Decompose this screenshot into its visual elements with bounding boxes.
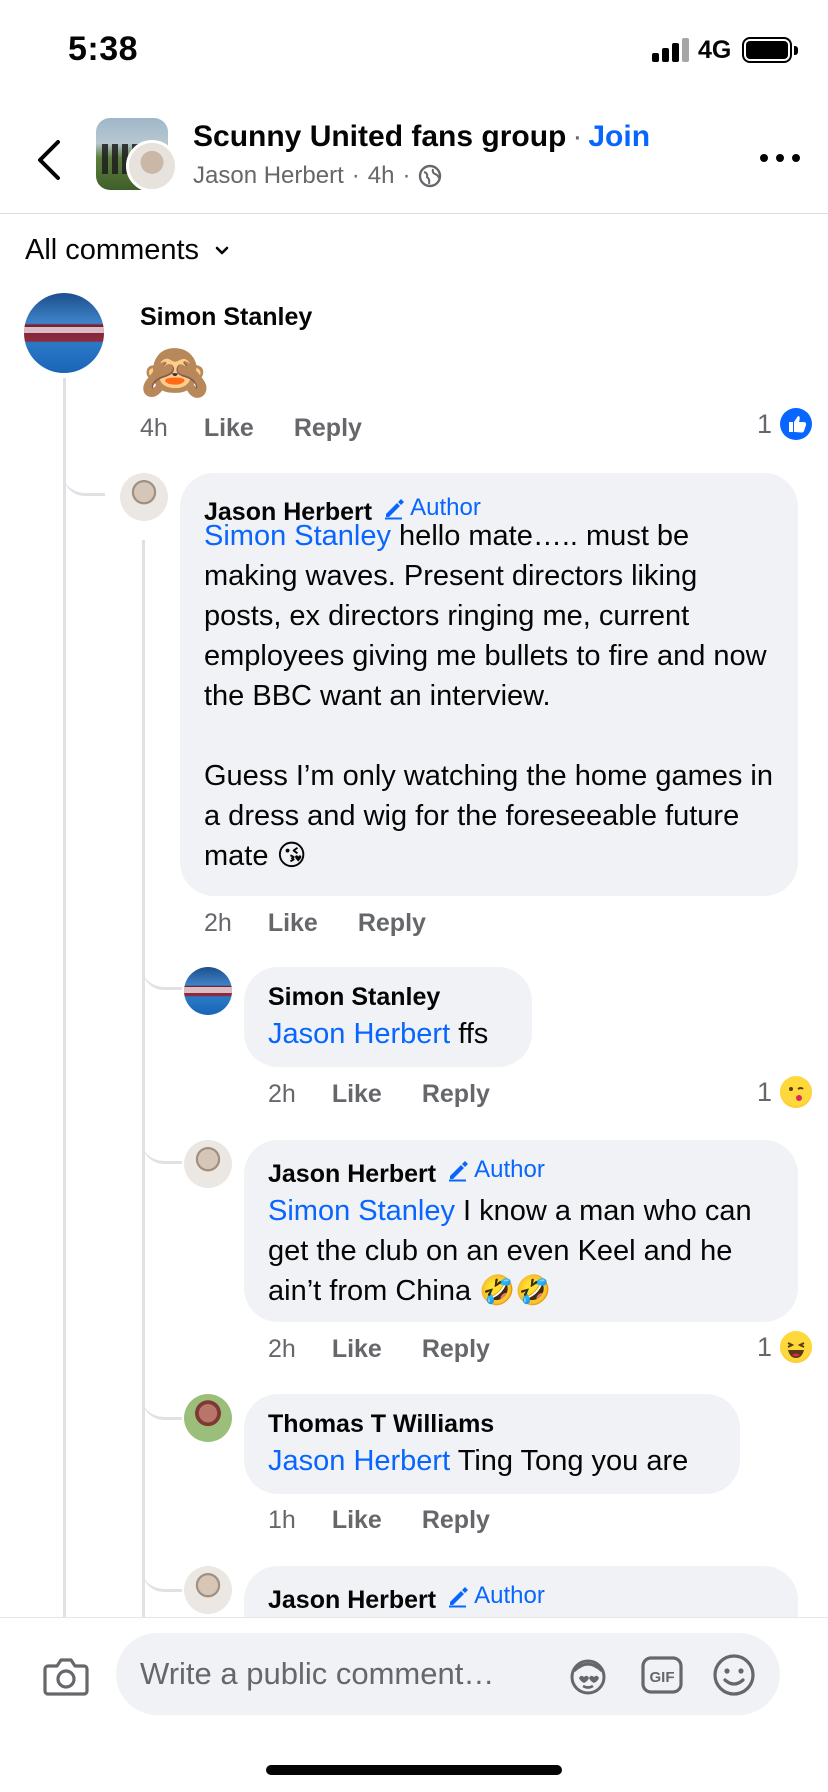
comment-author-row: Jason Herbert Author [268, 1582, 774, 1615]
comment-author[interactable]: Simon Stanley [140, 303, 312, 332]
thread-connector [142, 1120, 182, 1164]
battery-icon [742, 37, 798, 63]
avatar[interactable] [120, 473, 168, 521]
reaction-count: 1 [757, 408, 773, 439]
like-button[interactable]: Like [332, 1080, 382, 1109]
filter-label: All comments [25, 234, 200, 266]
comment-time: 2h [268, 1335, 296, 1363]
reply-button[interactable]: Reply [422, 1506, 490, 1535]
comment-actions: 1h Like Reply [268, 1506, 530, 1535]
thread-connector [142, 1376, 182, 1420]
avatar[interactable] [184, 967, 232, 1015]
comment-text: Jason Herbert Ting Tong you are [268, 1445, 689, 1477]
comment-input-wrapper: GIF [116, 1633, 780, 1715]
camera-icon[interactable] [42, 1654, 90, 1698]
status-time: 5:38 [68, 30, 139, 68]
post-time: 4h [367, 162, 395, 189]
reaction-count: 1 [757, 1331, 773, 1362]
thread-connector [63, 440, 105, 496]
comment-time: 2h [268, 1080, 296, 1108]
thread-line-main [63, 378, 66, 1618]
avatar[interactable] [184, 1140, 232, 1188]
globe-icon [419, 164, 442, 188]
reaction-summary[interactable]: 1 [757, 1076, 813, 1108]
like-button[interactable]: Like [332, 1335, 382, 1364]
join-button[interactable]: Join [588, 120, 650, 153]
avatar[interactable] [184, 1566, 232, 1614]
thread-connector [142, 950, 182, 990]
mention-link[interactable]: Jason Herbert [268, 1445, 450, 1477]
group-title-row: Scunny United fans group · Join [193, 120, 650, 154]
comment-author[interactable]: Jason Herbert [268, 1160, 436, 1188]
comment-text: Simon Stanley I know a man who can get t… [268, 1195, 752, 1307]
reply-button[interactable]: Reply [422, 1335, 490, 1364]
like-button[interactable]: Like [204, 414, 254, 443]
reply-button[interactable]: Reply [294, 414, 362, 443]
reaction-summary[interactable]: 1 [757, 408, 813, 440]
comment-text-para2: Guess I’m only watching the home games i… [204, 760, 773, 872]
reply-button[interactable]: Reply [422, 1080, 490, 1109]
comment-filter-dropdown[interactable]: All comments [25, 234, 229, 267]
comment-text: Jason Herbert ffs [268, 1018, 489, 1050]
comment-time: 1h [268, 1506, 296, 1534]
mention-link[interactable]: Jason Herbert [268, 1018, 450, 1050]
more-icon[interactable] [758, 142, 802, 172]
comment-actions: 4h Like Reply [140, 414, 402, 443]
back-chevron-icon[interactable] [30, 138, 70, 182]
reaction-count: 1 [757, 1076, 773, 1107]
comment-actions: 2h Like Reply [204, 909, 466, 938]
mention-link[interactable]: Simon Stanley [268, 1195, 455, 1227]
comment-time: 4h [140, 414, 168, 442]
title-separator: · [572, 120, 583, 153]
comment-input[interactable] [140, 1649, 560, 1699]
comment-composer: GIF [0, 1617, 828, 1792]
thread-line-replies [142, 540, 145, 1620]
avatar[interactable] [24, 293, 104, 373]
kiss-emoji-icon [780, 1076, 813, 1108]
thread-connector [142, 1548, 182, 1592]
pencil-icon [449, 1587, 469, 1608]
status-bar: 5:38 4G [0, 0, 828, 100]
comment-text: making waves. Present directors liking p… [204, 560, 767, 712]
comment-author[interactable]: Jason Herbert [268, 1586, 436, 1614]
comment-bubble: Jason Herbert Author Simon Stanley I know… [244, 1140, 798, 1322]
signal-icon [652, 38, 690, 62]
comment-actions: 2h Like Reply [268, 1080, 530, 1109]
reply-button[interactable]: Reply [358, 909, 426, 938]
group-name[interactable]: Scunny United fans group [193, 120, 566, 153]
avatar[interactable] [184, 1394, 232, 1442]
comment-bubble: Simon Stanley Jason Herbert ffs [244, 967, 532, 1067]
like-button[interactable]: Like [268, 909, 318, 938]
post-author[interactable]: Jason Herbert [193, 162, 344, 190]
emoji-icon[interactable] [712, 1653, 756, 1697]
like-icon [780, 408, 813, 440]
post-meta: Jason Herbert · 4h · [193, 162, 442, 190]
comment-bubble: Thomas T Williams Jason Herbert Ting Ton… [244, 1394, 740, 1494]
author-avatar[interactable] [126, 140, 178, 192]
comment-time: 2h [204, 909, 232, 937]
comment-body: Simon Stanley hello mate….. must be maki… [180, 516, 798, 876]
chevron-down-icon [215, 246, 229, 254]
home-indicator [266, 1765, 562, 1775]
like-button[interactable]: Like [332, 1506, 382, 1535]
svg-text:GIF: GIF [650, 1669, 675, 1686]
avatar-sticker-icon[interactable] [566, 1653, 610, 1697]
comment-author[interactable]: Simon Stanley [268, 983, 508, 1012]
reaction-summary[interactable]: 1 [757, 1331, 813, 1363]
pencil-icon [449, 1161, 469, 1182]
author-badge: Author [446, 1582, 545, 1610]
author-badge: Author [446, 1156, 545, 1184]
comment-emoji: 🙈 [140, 340, 210, 403]
comment-author-row: Jason Herbert Author [268, 1156, 774, 1189]
gif-icon[interactable]: GIF [640, 1653, 684, 1697]
mention-link[interactable]: Simon Stanley [204, 520, 391, 552]
comment-actions: 2h Like Reply [268, 1335, 530, 1364]
haha-emoji-icon [780, 1331, 813, 1363]
comment-author[interactable]: Thomas T Williams [268, 1410, 716, 1439]
post-header: Scunny United fans group · Join Jason Herb… [0, 100, 828, 214]
network-type: 4G [698, 36, 732, 64]
